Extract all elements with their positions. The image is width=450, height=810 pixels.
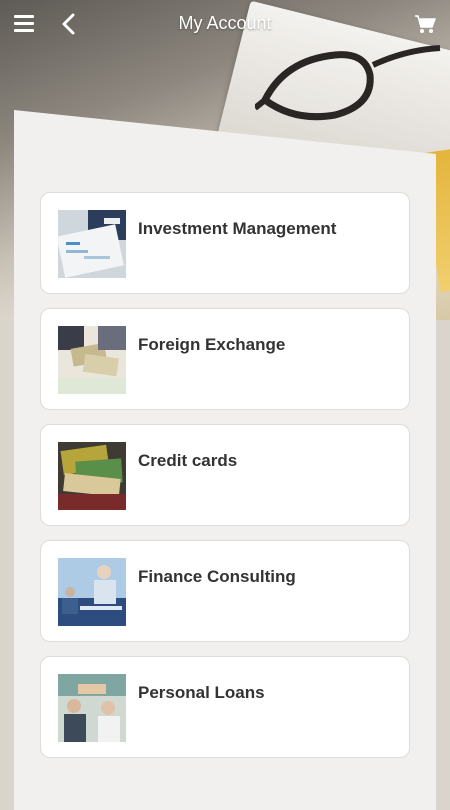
credit-cards-image xyxy=(58,442,126,510)
investment-documents-image xyxy=(58,210,126,278)
list-item-investment-management[interactable]: Investment Management xyxy=(40,192,410,294)
page-title: My Account xyxy=(178,13,272,33)
item-label: Finance Consulting xyxy=(138,567,296,586)
loan-handshake-image xyxy=(58,674,126,742)
list-item-foreign-exchange[interactable]: Foreign Exchange xyxy=(40,308,410,410)
item-label: Foreign Exchange xyxy=(138,335,286,354)
list-item-personal-loans[interactable]: Personal Loans xyxy=(40,656,410,758)
shopping-cart-icon[interactable] xyxy=(414,14,436,34)
item-label: Credit cards xyxy=(138,451,238,470)
consulting-meeting-image xyxy=(58,558,126,626)
service-list: Investment Management Foreign Exchange C… xyxy=(40,192,410,772)
list-item-credit-cards[interactable]: Credit cards xyxy=(40,424,410,526)
item-label: Personal Loans xyxy=(138,683,265,702)
item-label: Investment Management xyxy=(138,219,337,238)
currency-exchange-image xyxy=(58,326,126,394)
list-item-finance-consulting[interactable]: Finance Consulting xyxy=(40,540,410,642)
top-bar: My Account xyxy=(0,0,450,48)
